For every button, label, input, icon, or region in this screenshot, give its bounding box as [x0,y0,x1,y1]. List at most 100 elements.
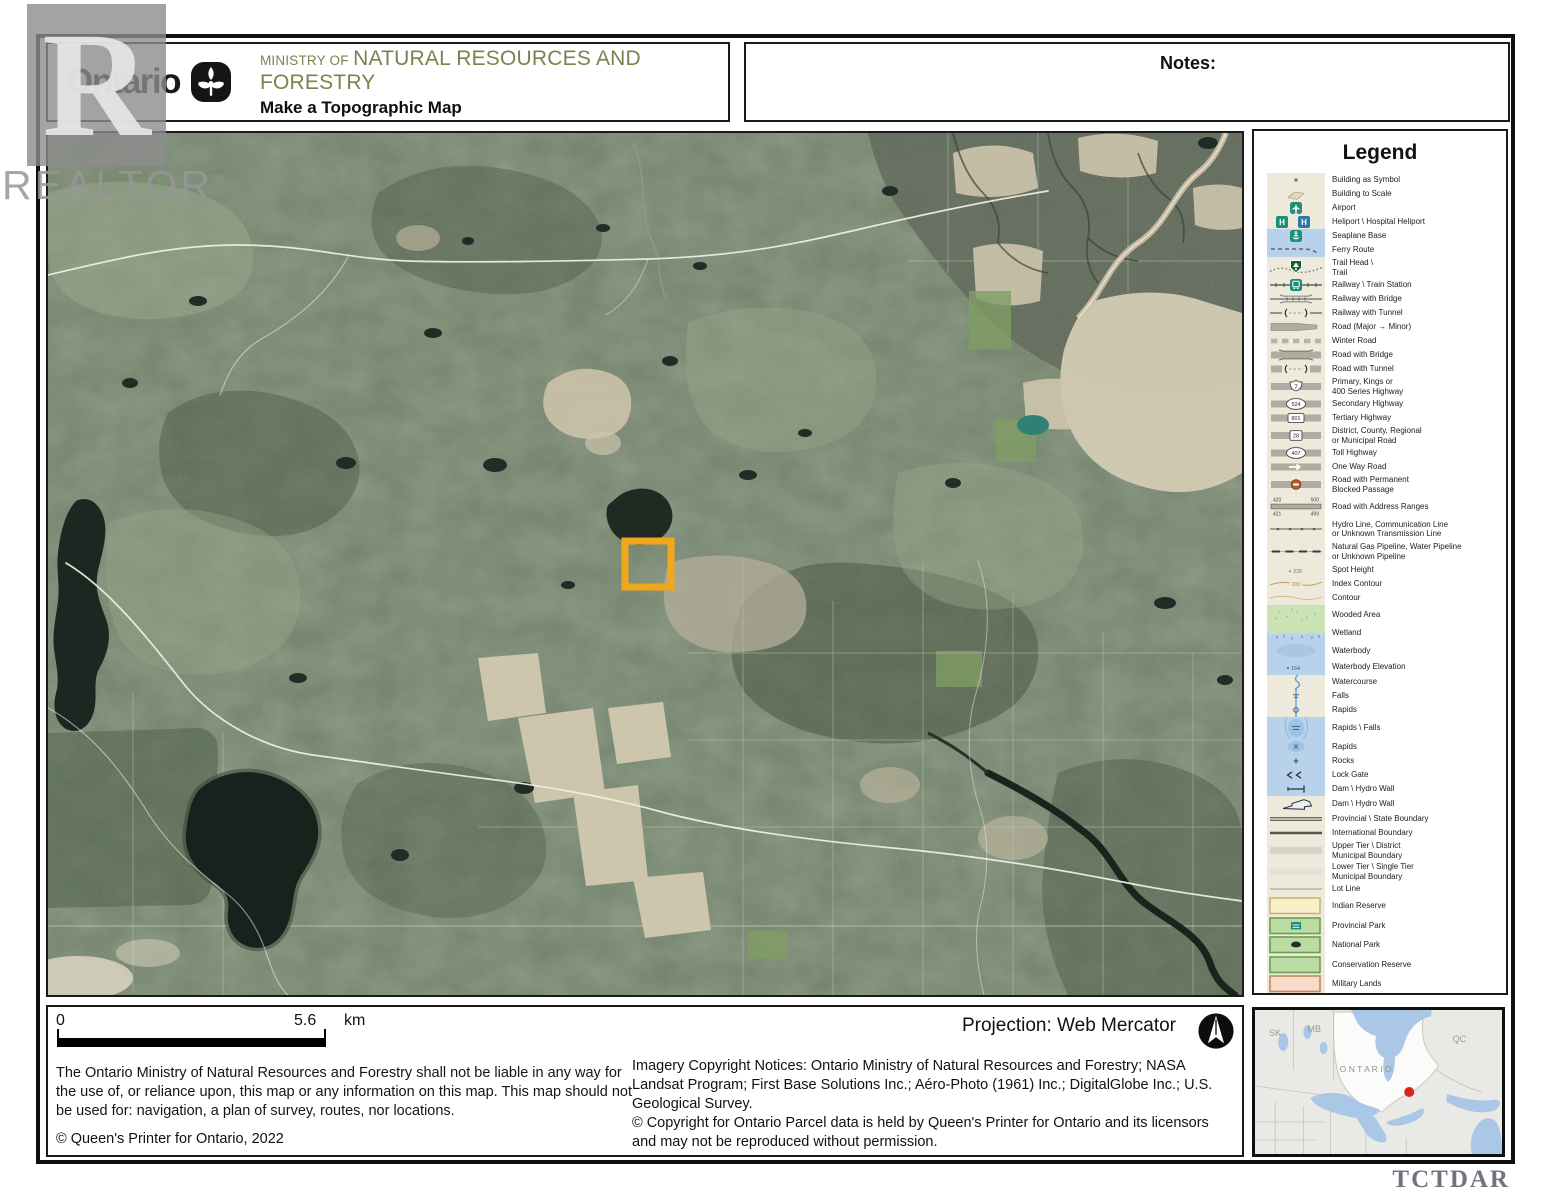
legend-symbol-index-contour: 200 [1267,577,1325,591]
projection-label: Projection: Web Mercator [962,1015,1176,1037]
legend-item-label: Rapids [1332,742,1506,751]
svg-text:338: 338 [1293,569,1302,575]
legend-symbol-wooded [1267,605,1325,624]
legend-item: Rapids \ Falls [1254,717,1506,739]
legend-symbol-seaplane [1267,229,1325,243]
legend-item-label: Wetland [1332,628,1506,637]
legend-symbol-ferry [1267,243,1325,257]
svg-text:500: 500 [1311,498,1320,504]
legend-item-label: Airport [1332,203,1506,212]
legend-item: 801Tertiary Highway [1254,411,1506,425]
legend-item: Winter Road [1254,334,1506,348]
legend-item-label: Lot Line [1332,884,1506,893]
legend-symbol-dam2 [1267,796,1325,812]
legend-item: Falls [1254,689,1506,703]
legend-symbol-building-scale [1267,187,1325,201]
legend-item-label: Hydro Line, Communication Line or Unknow… [1332,520,1506,538]
legend-item: Lower Tier \ Single Tier Municipal Bound… [1254,861,1506,882]
legend-item: Wooded Area [1254,605,1506,624]
legend-item: 420500421499Road with Address Ranges [1254,495,1506,518]
legend-symbol-blocked [1267,474,1325,495]
legend-item: Provincial \ State Boundary [1254,812,1506,826]
legend-item-label: Watercourse [1332,677,1506,686]
legend-item: One Way Road [1254,460,1506,474]
legend-item: 7Primary, Kings or 400 Series Highway [1254,376,1506,397]
ontario-logo-text: Ontario [66,62,180,102]
svg-text:407: 407 [1292,451,1301,457]
legend-item: Waterbody [1254,642,1506,659]
legend-symbol-road-taper [1267,320,1325,334]
legend-item: Road with Bridge [1254,348,1506,362]
legend-item-label: Building to Scale [1332,189,1506,198]
legend-item: 200Index Contour [1254,577,1506,591]
legend-item: International Boundary [1254,826,1506,840]
map-viewport[interactable] [46,131,1244,997]
legend-item: Wetland [1254,624,1506,642]
legend-symbol-hwy-rect: 801 [1267,411,1325,425]
scale-tick-right [324,1029,326,1047]
legend-item-label: District, County, Regional or Municipal … [1332,426,1506,444]
north-arrow-icon [1197,1012,1235,1050]
legend-symbol-building-symbol [1267,173,1325,187]
legend-symbol-upper-tier [1267,840,1325,861]
legend-item: 524Secondary Highway [1254,397,1506,411]
legend-item-label: National Park [1332,940,1506,949]
legend-item-label: Dam \ Hydro Wall [1332,799,1506,808]
legend-item: 338Spot Height [1254,563,1506,577]
legend-item: Provincial Park [1254,916,1506,936]
legend-symbol-pipeline [1267,540,1325,563]
legend-symbol-intl-boundary [1267,826,1325,840]
svg-text:524: 524 [1292,402,1301,408]
inset-label-ontario: O N T A R I O [1340,1064,1392,1074]
legend-item: Railway with Bridge [1254,292,1506,306]
inset-label-qc: QC [1453,1034,1467,1044]
notes-box[interactable]: Notes: [744,42,1510,122]
legend-symbol-lot-line [1267,882,1325,896]
legend-item-label: Provincial \ State Boundary [1332,814,1506,823]
legend-item-label: Contour [1332,593,1506,602]
bottom-code: TCTDAR [1320,1166,1510,1194]
svg-text:28: 28 [1293,434,1299,440]
legend-item-label: Toll Highway [1332,448,1506,457]
legend-symbol-box-green-pp [1267,916,1325,936]
legend-item: Natural Gas Pipeline, Water Pipeline or … [1254,540,1506,563]
legend-item: Rapids [1254,703,1506,717]
imagery-copyright: Imagery Copyright Notices: Ontario Minis… [632,1057,1236,1114]
legend-item: Contour [1254,591,1506,605]
legend-item-label: Waterbody [1332,646,1506,655]
legend-item-label: Railway \ Train Station [1332,280,1506,289]
legend-item: Hydro Line, Communication Line or Unknow… [1254,518,1506,540]
legend-symbol-hwy-box: 28 [1267,425,1325,446]
inset-label-sk: SK [1269,1028,1281,1038]
legend-item-label: Road with Permanent Blocked Passage [1332,475,1506,493]
legend-item-label: Dam \ Hydro Wall [1332,784,1506,793]
legend-item-label: Lower Tier \ Single Tier Municipal Bound… [1332,862,1506,880]
legend-item: 164 Waterbody Elevation [1254,659,1506,675]
legend-item-label: Ferry Route [1332,245,1506,254]
inset-label-mb: MB [1307,1024,1321,1034]
legend-symbol-rail-bridge [1267,292,1325,306]
legend-symbol-rail-tunnel [1267,306,1325,320]
legend-item-label: Railway with Tunnel [1332,308,1506,317]
legend-item-label: Provincial Park [1332,921,1506,930]
scale-bar [58,1038,326,1047]
legend-item-label: Trail Head \ Trail [1332,258,1506,276]
legend-item: Building to Scale [1254,187,1506,201]
legend-title: Legend [1254,141,1506,165]
legend-symbol-hwy-oval: 407 [1267,446,1325,460]
legend-symbol-lock-gate [1267,768,1325,782]
ministry-title-block: MINISTRY OF NATURAL RESOURCES AND FOREST… [260,47,728,118]
legend-item-label: Heliport \ Hospital Heliport [1332,217,1506,226]
legend-item-label: Waterbody Elevation [1332,662,1506,671]
legend-symbol-wb-elev: 164 [1267,659,1325,675]
legend-symbol-box-green-np [1267,935,1325,955]
legend-symbol-rocks [1267,754,1325,768]
legend-item: Road with Tunnel [1254,362,1506,376]
svg-text:164: 164 [1291,666,1300,672]
legend-symbol-waterbody [1267,642,1325,659]
legend-symbol-dam1 [1267,782,1325,796]
legend-item-label: Rapids \ Falls [1332,723,1506,732]
legend-symbol-airport [1267,201,1325,215]
scale-start-label: 0 [56,1012,65,1030]
svg-text:421: 421 [1273,512,1282,518]
